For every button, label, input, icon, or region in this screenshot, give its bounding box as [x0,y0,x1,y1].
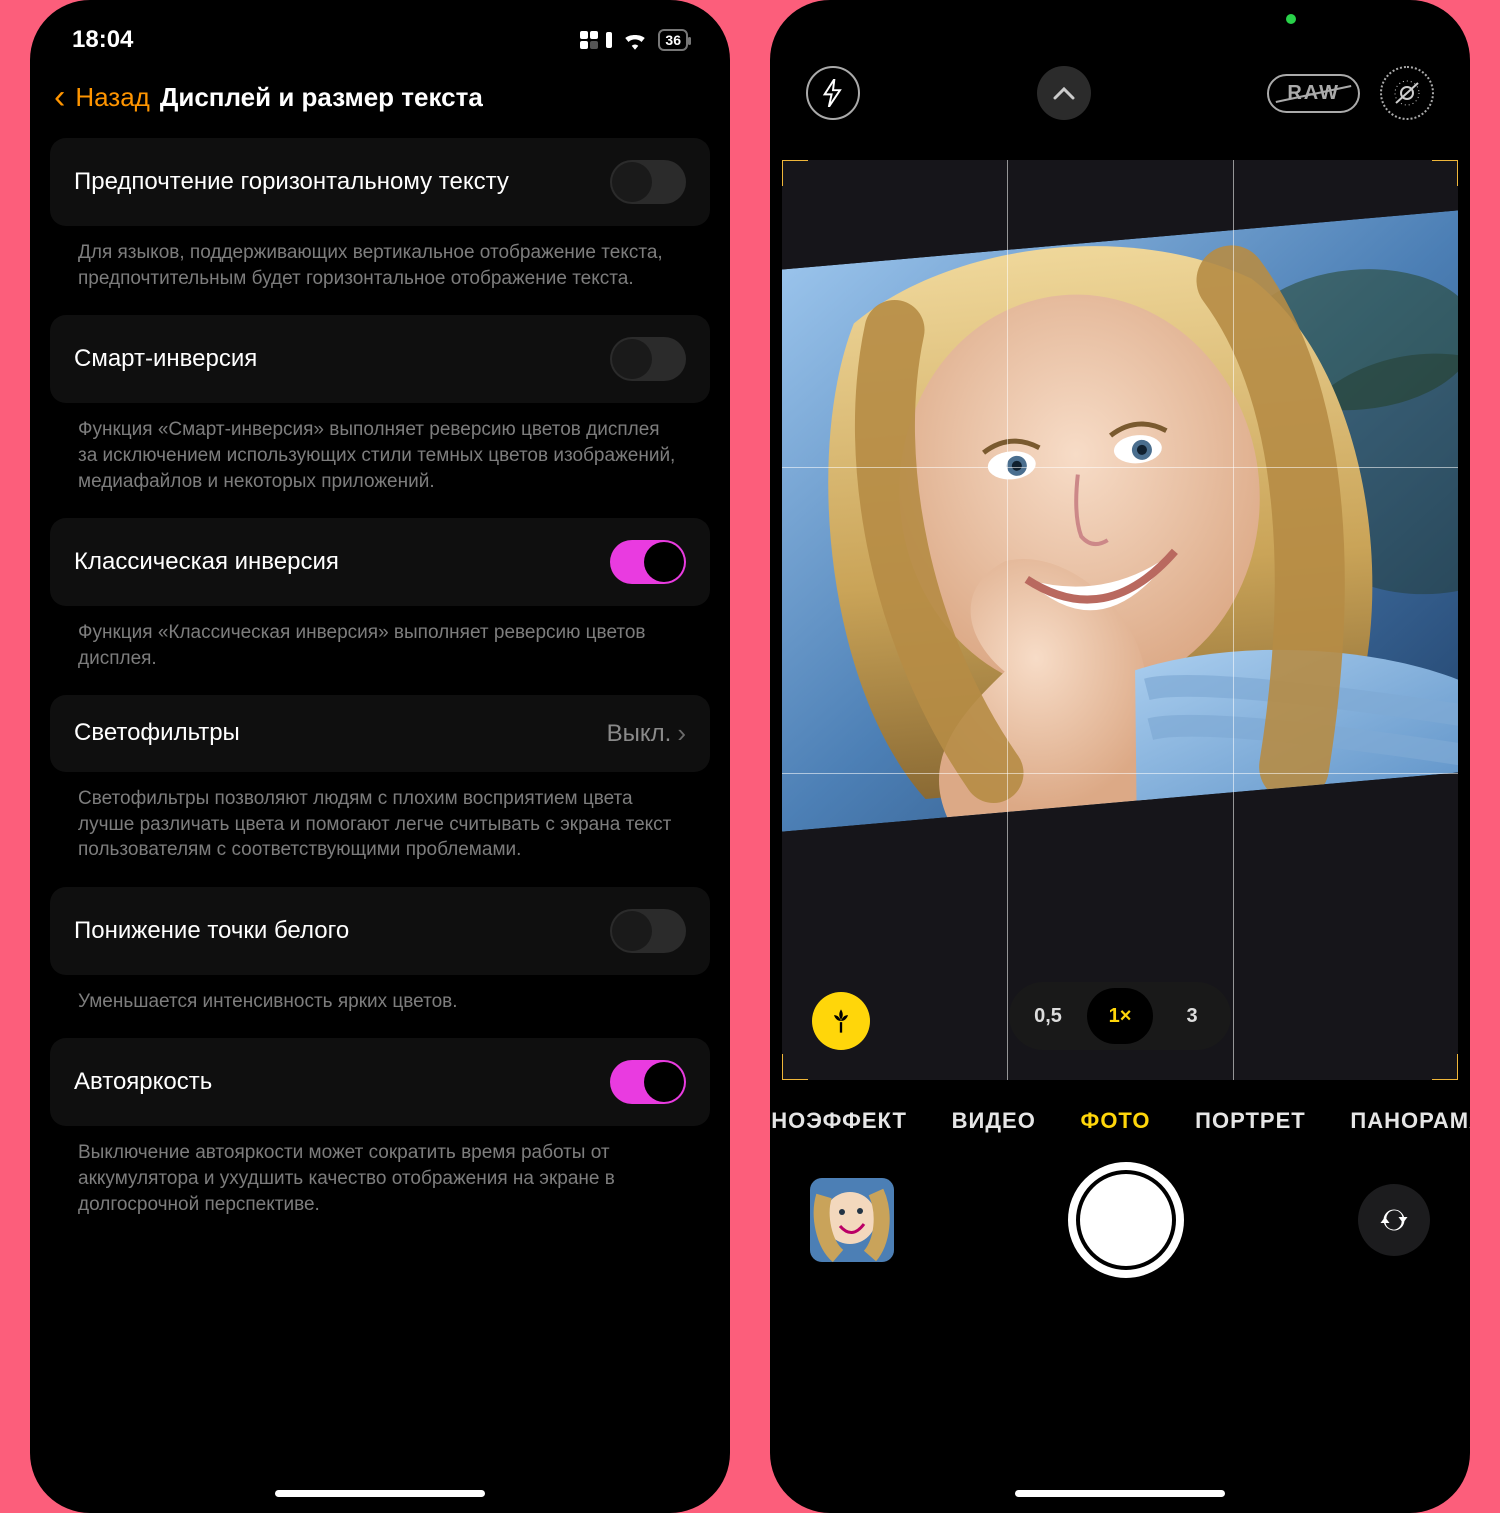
chevron-right-icon: › [677,718,686,749]
flash-button[interactable] [806,66,860,120]
zoom-option-0_5x[interactable]: 0,5 [1015,988,1081,1044]
battery-indicator: 36 [658,29,688,51]
settings-screen: 18:04 36 ‹ Назад Дисплей и размер текста… [30,0,730,1513]
status-indicators: 36 [580,29,688,51]
back-button[interactable]: Назад [75,82,150,113]
row-color-filters[interactable]: Светофильтры Выкл. › [50,695,710,771]
subject-photo [782,208,1458,832]
home-indicator[interactable] [275,1490,485,1497]
row-reduce-white-point[interactable]: Понижение точки белого [50,887,710,975]
camera-screen: RAW [770,0,1470,1513]
toggle-reduce-white-point[interactable] [610,909,686,953]
row-footer: Функция «Смарт-инверсия» выполняет ревер… [50,403,710,518]
nav-bar: ‹ Назад Дисплей и размер текста [30,64,730,138]
row-label: Классическая инверсия [74,546,339,578]
toggle-classic-inversion[interactable] [610,540,686,584]
frame-corner-icon [1432,160,1458,186]
zoom-option-3x[interactable]: 3 [1159,988,1225,1044]
camera-options-expand-button[interactable] [1037,66,1091,120]
camera-mode-selector[interactable]: КИНОЭФФЕКТ ВИДЕО ФОТО ПОРТРЕТ ПАНОРАМА [770,1080,1470,1144]
camera-top-bar: RAW [770,0,1470,140]
row-label: Автояркость [74,1066,212,1098]
row-label: Светофильтры [74,717,240,749]
shutter-button[interactable] [1068,1162,1184,1278]
status-bar: 18:04 36 [30,0,730,64]
row-smart-inversion[interactable]: Смарт-инверсия [50,315,710,403]
back-chevron-icon[interactable]: ‹ [54,80,65,114]
row-label: Смарт-инверсия [74,343,257,375]
mode-cinematic[interactable]: КИНОЭФФЕКТ [770,1108,907,1134]
frame-corner-icon [782,1054,808,1080]
row-value: Выкл. [607,720,672,748]
row-classic-inversion[interactable]: Классическая инверсия [50,518,710,606]
zoom-selector[interactable]: 0,5 1× 3 [1009,982,1231,1050]
live-photo-button[interactable] [1380,66,1434,120]
dual-sim-icon [580,31,598,49]
zoom-option-1x[interactable]: 1× [1087,988,1153,1044]
toggle-auto-brightness[interactable] [610,1060,686,1104]
frame-corner-icon [782,160,808,186]
row-horizontal-text-pref[interactable]: Предпочтение горизонтальному тексту [50,138,710,226]
signal-bar-icon [606,32,612,48]
camera-active-dot-icon [1286,14,1296,24]
macro-mode-button[interactable] [812,992,870,1050]
row-label: Понижение точки белого [74,915,349,947]
mode-pano[interactable]: ПАНОРАМА [1350,1108,1470,1134]
row-footer: Уменьшается интенсивность ярких цветов. [50,975,710,1039]
row-footer: Для языков, поддерживающих вертикальное … [50,226,710,315]
toggle-smart-inversion[interactable] [610,337,686,381]
raw-toggle-button[interactable]: RAW [1267,74,1360,113]
last-photo-thumbnail[interactable] [810,1178,894,1262]
mode-video[interactable]: ВИДЕО [952,1108,1036,1134]
mode-photo[interactable]: ФОТО [1081,1108,1151,1134]
row-label: Предпочтение горизонтальному тексту [74,166,509,198]
mode-portrait[interactable]: ПОРТРЕТ [1195,1108,1306,1134]
raw-label: RAW [1287,82,1340,104]
page-title: Дисплей и размер текста [160,82,483,113]
status-time: 18:04 [72,26,133,54]
frame-corner-icon [1432,1054,1458,1080]
row-footer: Функция «Классическая инверсия» выполняе… [50,606,710,695]
camera-bottom-bar [770,1144,1470,1278]
flip-camera-button[interactable] [1358,1184,1430,1256]
wifi-icon [622,30,648,50]
settings-list: Предпочтение горизонтальному тексту Для … [30,138,730,1241]
home-indicator[interactable] [1015,1490,1225,1497]
row-footer: Выключение автояркости может сократить в… [50,1126,710,1241]
row-footer: Светофильтры позволяют людям с плохим во… [50,772,710,887]
row-auto-brightness[interactable]: Автояркость [50,1038,710,1126]
toggle-horizontal-text[interactable] [610,160,686,204]
camera-viewfinder[interactable]: 0,5 1× 3 [782,160,1458,1080]
